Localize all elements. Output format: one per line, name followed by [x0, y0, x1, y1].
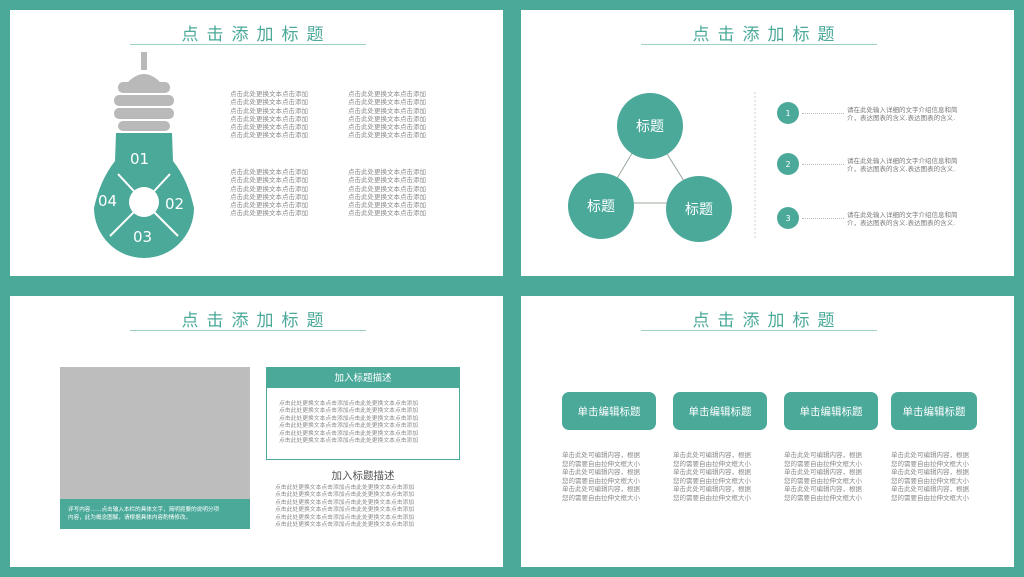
column-text[interactable]: 单击此处可编辑内容，根据 您的需要自由拉伸文框大小 单击此处可编辑内容，根据 您…	[562, 451, 640, 502]
box-title[interactable]: 加入标题描述	[266, 367, 460, 387]
box-text[interactable]: 点击此处更换文本点击添加点击此处更换文本点击添加 点击此处更换文本点击添加点击此…	[279, 401, 418, 445]
text-block[interactable]: 点击此处更换文本点击添加 点击此处更换文本点击添加 点击此处更换文本点击添加 点…	[348, 168, 426, 218]
item-text[interactable]: 请在此处输入详细的文字介绍信息和简 介，表达图表的含义.表达图表的含义.	[847, 106, 958, 123]
sub-title[interactable]: 加入标题描述	[266, 468, 460, 483]
title-underline	[130, 330, 366, 331]
slide-2[interactable]: 点击添加标题 标题 标题 标题 1 请在此处输入详细的文字介绍信息和简 介，表达…	[521, 10, 1014, 276]
bulb-segment-02: 02	[165, 195, 185, 213]
slide-4[interactable]: 点击添加标题 单击编辑标题 单击编辑标题 单击编辑标题 单击编辑标题 单击此处可…	[521, 296, 1014, 567]
sub-text[interactable]: 点击此处更换文本点击添加点击此处更换文本点击添加 点击此处更换文本点击添加点击此…	[275, 485, 414, 529]
dotted-leader	[802, 218, 844, 219]
title-underline	[641, 330, 877, 331]
slide-1[interactable]: 点击添加标题 01 02 03 04 点击此处更换文本点击添加 点击此处更换文本…	[10, 10, 503, 276]
edit-title-button[interactable]: 单击编辑标题	[673, 392, 767, 430]
bulb-segment-03: 03	[133, 228, 153, 246]
circle-title-top[interactable]: 标题	[617, 93, 683, 159]
column-text[interactable]: 单击此处可编辑内容，根据 您的需要自由拉伸文框大小 单击此处可编辑内容，根据 您…	[673, 451, 751, 502]
circle-title-left[interactable]: 标题	[568, 173, 634, 239]
slide-title: 点击添加标题	[181, 311, 332, 331]
item-number-badge: 3	[777, 207, 799, 229]
text-block[interactable]: 点击此处更换文本点击添加 点击此处更换文本点击添加 点击此处更换文本点击添加 点…	[348, 90, 426, 140]
slide-title: 点击添加标题	[692, 311, 843, 331]
text-block[interactable]: 点击此处更换文本点击添加 点击此处更换文本点击添加 点击此处更换文本点击添加 点…	[230, 90, 308, 140]
item-number-badge: 2	[777, 153, 799, 175]
item-text[interactable]: 请在此处输入详细的文字介绍信息和简 介，表达图表的含义.表达图表的含义.	[847, 157, 958, 174]
slide-title: 点击添加标题	[181, 25, 332, 45]
bulb-segment-04: 04	[98, 192, 118, 210]
image-placeholder[interactable]	[60, 367, 250, 499]
slide-3[interactable]: 点击添加标题 评写内容……点击输入本栏的具体文字，简明扼要的说明分项 内容，此为…	[10, 296, 503, 567]
dotted-leader	[802, 164, 844, 165]
caption-text[interactable]: 评写内容……点击输入本栏的具体文字，简明扼要的说明分项 内容，此为概念图解，请根…	[68, 506, 219, 522]
edit-title-button[interactable]: 单击编辑标题	[891, 392, 977, 430]
item-text[interactable]: 请在此处输入详细的文字介绍信息和简 介，表达图表的含义.表达图表的含义.	[847, 211, 958, 228]
column-text[interactable]: 单击此处可编辑内容，根据 您的需要自由拉伸文框大小 单击此处可编辑内容，根据 您…	[891, 451, 969, 502]
edit-title-button[interactable]: 单击编辑标题	[562, 392, 656, 430]
circle-title-right[interactable]: 标题	[666, 176, 732, 242]
title-underline	[130, 44, 366, 45]
caption-bar: 评写内容……点击输入本栏的具体文字，简明扼要的说明分项 内容，此为概念图解，请根…	[60, 499, 250, 529]
bulb-segment-01: 01	[130, 150, 150, 168]
column-text[interactable]: 单击此处可编辑内容，根据 您的需要自由拉伸文框大小 单击此处可编辑内容，根据 您…	[784, 451, 862, 502]
dotted-leader	[802, 113, 844, 114]
item-number-badge: 1	[777, 102, 799, 124]
edit-title-button[interactable]: 单击编辑标题	[784, 392, 878, 430]
description-box: 点击此处更换文本点击添加点击此处更换文本点击添加 点击此处更换文本点击添加点击此…	[266, 387, 460, 460]
text-block[interactable]: 点击此处更换文本点击添加 点击此处更换文本点击添加 点击此处更换文本点击添加 点…	[230, 168, 308, 218]
